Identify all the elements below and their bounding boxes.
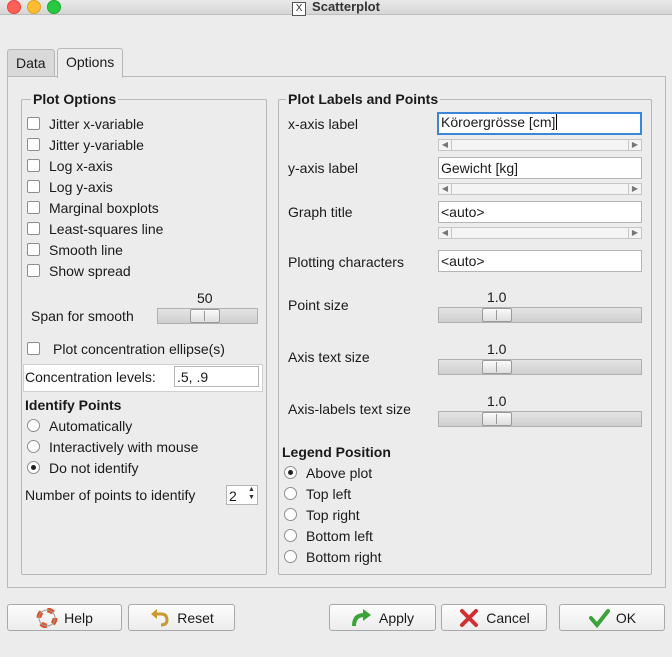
point-size-slider-handle[interactable]	[482, 308, 512, 322]
radio-legend-radios-4[interactable]	[284, 550, 297, 563]
spinbox-arrows-icon[interactable]: ▲ ▼	[246, 486, 257, 504]
radio-label: Do not identify	[49, 460, 139, 476]
axis-text-size-slider-handle[interactable]	[482, 360, 512, 374]
tab-options[interactable]: Options	[57, 48, 124, 78]
radio-label: Top left	[306, 486, 352, 502]
checkbox-5[interactable]	[27, 222, 40, 235]
span-label: Span for smooth	[31, 308, 134, 324]
checkbox-label: Jitter y-variable	[49, 137, 144, 153]
checkbox-label: Least-squares line	[49, 221, 164, 237]
span-value: 50	[197, 290, 213, 306]
radio-identify-radios-1[interactable]	[27, 440, 40, 453]
checkbox-label: Log x-axis	[49, 158, 113, 174]
plot-options-title: Plot Options	[31, 91, 119, 107]
concentration-input[interactable]: .5, .9	[174, 366, 259, 387]
radio-label: Automatically	[49, 418, 133, 434]
checkbox-label: Marginal boxplots	[49, 200, 159, 216]
radio-identify-radios-0[interactable]	[27, 419, 40, 432]
plotting-chars-input[interactable]: <auto>	[438, 250, 642, 272]
concentration-label: Concentration levels:	[25, 369, 156, 385]
radio-identify-radios-2[interactable]	[27, 461, 40, 474]
radio-label: Interactively with mouse	[49, 439, 199, 455]
radio-legend-radios-1[interactable]	[284, 487, 297, 500]
axis-labels-text-size-slider-handle[interactable]	[482, 412, 512, 426]
y-axis-label-input[interactable]: Gewicht [kg]	[438, 157, 642, 179]
y-axis-label-scrollbar[interactable]: ◀ ▶	[438, 183, 642, 195]
ellipse-label: Plot concentration ellipse(s)	[53, 341, 225, 357]
x-axis-label-input[interactable]: Köroergrösse [cm]	[437, 112, 642, 135]
legend-position-title: Legend Position	[282, 444, 391, 460]
checkbox-3[interactable]	[27, 180, 40, 193]
radio-legend-radios-3[interactable]	[284, 529, 297, 542]
x-axis-label-caption: x-axis label	[288, 116, 359, 132]
scroll-left-icon[interactable]: ◀	[439, 228, 452, 238]
help-button[interactable]: Help	[7, 604, 122, 631]
radio-label: Above plot	[306, 465, 373, 481]
axis-text-size-value: 1.0	[487, 341, 507, 357]
axis-labels-text-size-label: Axis-labels text size	[288, 401, 411, 417]
span-slider-handle[interactable]	[190, 309, 220, 323]
radio-label: Top right	[306, 507, 360, 523]
plot-labels-title: Plot Labels and Points	[286, 91, 441, 107]
ok-button[interactable]: OK	[559, 604, 665, 631]
checkbox-7[interactable]	[27, 264, 40, 277]
apply-arrow-icon	[351, 608, 373, 628]
checkbox-6[interactable]	[27, 243, 40, 256]
tab-data[interactable]: Data	[7, 49, 55, 77]
graph-title-scrollbar[interactable]: ◀ ▶	[438, 227, 642, 239]
reset-button[interactable]: Reset	[128, 604, 235, 631]
cancel-x-icon	[458, 608, 480, 628]
lifebuoy-icon	[36, 607, 58, 629]
scroll-right-icon[interactable]: ▶	[628, 184, 641, 194]
checkbox-0[interactable]	[27, 117, 40, 130]
point-size-label: Point size	[288, 297, 349, 313]
window-title: X Scatterplot	[0, 0, 672, 16]
apply-button[interactable]: Apply	[329, 604, 436, 631]
radio-label: Bottom right	[306, 549, 382, 565]
checkbox-label: Jitter x-variable	[49, 116, 144, 132]
check-icon	[588, 608, 610, 629]
checkbox-2[interactable]	[27, 159, 40, 172]
scroll-left-icon[interactable]: ◀	[439, 184, 452, 194]
axis-labels-text-size-value: 1.0	[487, 393, 507, 409]
checkbox-label: Smooth line	[49, 242, 123, 258]
checkbox-label: Show spread	[49, 263, 131, 279]
points-count-label: Number of points to identify	[25, 487, 196, 503]
scroll-left-icon[interactable]: ◀	[439, 140, 452, 150]
y-axis-label-caption: y-axis label	[288, 160, 359, 176]
cancel-button[interactable]: Cancel	[441, 604, 547, 631]
point-size-value: 1.0	[487, 289, 507, 305]
checkbox-label: Log y-axis	[49, 179, 113, 195]
radio-legend-radios-2[interactable]	[284, 508, 297, 521]
graph-title-input[interactable]: <auto>	[438, 201, 642, 223]
scroll-right-icon[interactable]: ▶	[628, 228, 641, 238]
axis-text-size-label: Axis text size	[288, 349, 370, 365]
x-axis-label-scrollbar[interactable]: ◀ ▶	[438, 139, 642, 151]
axis-labels-text-size-slider[interactable]	[438, 411, 642, 427]
checkbox-4[interactable]	[27, 201, 40, 214]
scroll-right-icon[interactable]: ▶	[628, 140, 641, 150]
undo-arrow-icon	[149, 608, 171, 628]
graph-title-caption: Graph title	[288, 204, 353, 220]
identify-title: Identify Points	[25, 397, 122, 413]
radio-label: Bottom left	[306, 528, 373, 544]
axis-text-size-slider[interactable]	[438, 359, 642, 375]
ellipse-checkbox[interactable]	[27, 342, 40, 355]
x11-icon: X	[292, 2, 307, 16]
radio-legend-radios-0[interactable]	[284, 466, 297, 479]
point-size-slider[interactable]	[438, 307, 642, 323]
checkbox-1[interactable]	[27, 138, 40, 151]
plotting-chars-caption: Plotting characters	[288, 254, 404, 270]
